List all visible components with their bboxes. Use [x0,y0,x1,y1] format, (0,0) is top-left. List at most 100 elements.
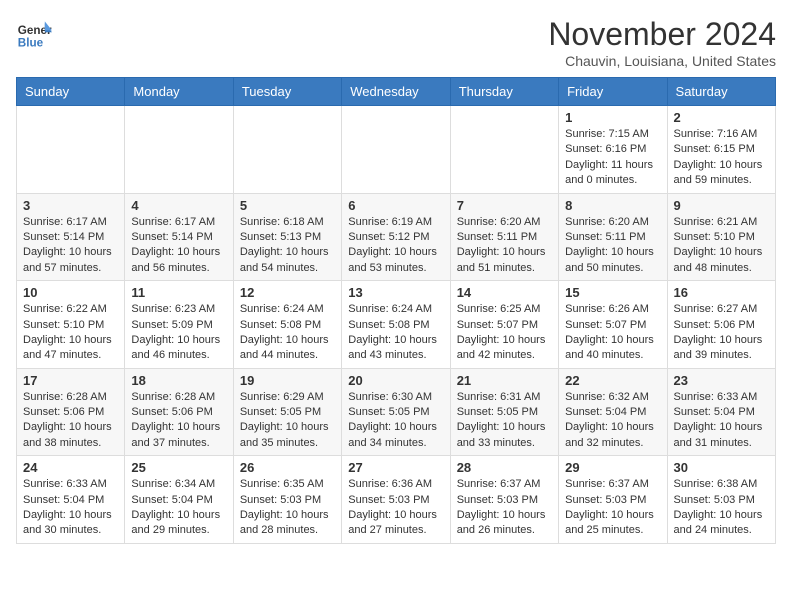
day-cell-26: 26 Sunrise: 6:35 AM Sunset: 5:03 PM Dayli… [233,456,341,544]
day-cell-18: 18Sunrise: 6:28 AM Sunset: 5:06 PM Dayli… [125,368,233,456]
day-number: 28 [457,460,552,475]
location: Chauvin, Louisiana, United States [548,53,776,69]
day-number: 18 [131,373,226,388]
day-info: Sunrise: 6:36 AM Sunset: 5:03 PM Dayligh… [348,477,443,539]
day-info: Sunrise: 6:33 AM Sunset: 5:04 PM Dayligh… [23,477,118,539]
day-number: 22 [565,373,660,388]
day-cell-9: 9Sunrise: 6:21 AM Sunset: 5:10 PM Daylig… [667,193,775,281]
day-cell-13: 13 Sunrise: 6:24 AM Sunset: 5:08 PM Dayli… [342,281,450,369]
day-cell-12: 12 Sunrise: 6:24 AM Sunset: 5:08 PM Dayli… [233,281,341,369]
day-info: Sunrise: 6:33 AM Sunset: 5:04 PM Dayligh… [674,390,769,452]
day-cell-5: 5 Sunrise: 6:18 AM Sunset: 5:13 PM Daylig… [233,193,341,281]
day-cell-19: 19 Sunrise: 6:29 AM Sunset: 5:05 PM Dayli… [233,368,341,456]
day-cell-4: 4 Sunrise: 6:17 AM Sunset: 5:14 PM Daylig… [125,193,233,281]
day-number: 11 [131,285,226,300]
day-number: 25 [131,460,226,475]
week-row-2: 3 Sunrise: 6:17 AM Sunset: 5:14 PM Daylig… [17,193,776,281]
day-cell-17: 17 Sunrise: 6:28 AM Sunset: 5:06 PM Dayli… [17,368,125,456]
day-number: 24 [23,460,118,475]
day-info: Sunrise: 6:35 AM Sunset: 5:03 PM Dayligh… [240,477,335,539]
day-info: Sunrise: 6:25 AM Sunset: 5:07 PM Dayligh… [457,302,552,364]
day-number: 30 [674,460,769,475]
day-info: Sunrise: 6:34 AM Sunset: 5:04 PM Dayligh… [131,477,226,539]
day-info: Sunrise: 6:27 AM Sunset: 5:06 PM Dayligh… [674,302,769,364]
logo-icon: General Blue [16,16,52,52]
day-cell-10: 10Sunrise: 6:22 AM Sunset: 5:10 PM Dayli… [17,281,125,369]
day-info: Sunrise: 6:29 AM Sunset: 5:05 PM Dayligh… [240,390,335,452]
weekday-header-tuesday: Tuesday [233,78,341,106]
day-cell-27: 27 Sunrise: 6:36 AM Sunset: 5:03 PM Dayli… [342,456,450,544]
day-info: Sunrise: 7:15 AM Sunset: 6:16 PM Dayligh… [565,127,660,189]
day-info: Sunrise: 6:37 AM Sunset: 5:03 PM Dayligh… [457,477,552,539]
day-number: 19 [240,373,335,388]
day-number: 7 [457,198,552,213]
day-cell-28: 28 Sunrise: 6:37 AM Sunset: 5:03 PM Dayli… [450,456,558,544]
day-info: Sunrise: 6:31 AM Sunset: 5:05 PM Dayligh… [457,390,552,452]
week-row-4: 17 Sunrise: 6:28 AM Sunset: 5:06 PM Dayli… [17,368,776,456]
day-number: 8 [565,198,660,213]
day-cell-15: 15 Sunrise: 6:26 AM Sunset: 5:07 PM Dayli… [559,281,667,369]
week-row-1: 1 Sunrise: 7:15 AM Sunset: 6:16 PM Daylig… [17,106,776,194]
day-number: 17 [23,373,118,388]
empty-cell [450,106,558,194]
day-cell-23: 23 Sunrise: 6:33 AM Sunset: 5:04 PM Dayli… [667,368,775,456]
week-row-5: 24 Sunrise: 6:33 AM Sunset: 5:04 PM Dayli… [17,456,776,544]
day-info: Sunrise: 6:17 AM Sunset: 5:14 PM Dayligh… [131,215,226,277]
title-block: November 2024 Chauvin, Louisiana, United… [548,16,776,69]
logo: General Blue [16,16,52,52]
day-cell-29: 29 Sunrise: 6:37 AM Sunset: 5:03 PM Dayli… [559,456,667,544]
day-number: 23 [674,373,769,388]
day-number: 26 [240,460,335,475]
day-cell-2: 2 Sunrise: 7:16 AM Sunset: 6:15 PM Daylig… [667,106,775,194]
day-info: Sunrise: 6:20 AM Sunset: 5:11 PM Dayligh… [565,215,660,277]
day-number: 27 [348,460,443,475]
day-number: 21 [457,373,552,388]
day-number: 12 [240,285,335,300]
day-number: 4 [131,198,226,213]
day-info: Sunrise: 6:23 AM Sunset: 5:09 PM Dayligh… [131,302,226,364]
day-number: 29 [565,460,660,475]
day-number: 16 [674,285,769,300]
day-cell-16: 16 Sunrise: 6:27 AM Sunset: 5:06 PM Dayli… [667,281,775,369]
empty-cell [342,106,450,194]
day-info: Sunrise: 6:26 AM Sunset: 5:07 PM Dayligh… [565,302,660,364]
day-number: 20 [348,373,443,388]
day-info: Sunrise: 6:24 AM Sunset: 5:08 PM Dayligh… [240,302,335,364]
day-number: 13 [348,285,443,300]
day-number: 5 [240,198,335,213]
day-number: 3 [23,198,118,213]
weekday-header-sunday: Sunday [17,78,125,106]
weekday-header-saturday: Saturday [667,78,775,106]
weekday-header-wednesday: Wednesday [342,78,450,106]
day-info: Sunrise: 6:24 AM Sunset: 5:08 PM Dayligh… [348,302,443,364]
day-info: Sunrise: 6:37 AM Sunset: 5:03 PM Dayligh… [565,477,660,539]
day-number: 15 [565,285,660,300]
day-number: 1 [565,110,660,125]
weekday-header-row: SundayMondayTuesdayWednesdayThursdayFrid… [17,78,776,106]
day-number: 2 [674,110,769,125]
day-info: Sunrise: 6:38 AM Sunset: 5:03 PM Dayligh… [674,477,769,539]
week-row-3: 10Sunrise: 6:22 AM Sunset: 5:10 PM Dayli… [17,281,776,369]
day-info: Sunrise: 6:30 AM Sunset: 5:05 PM Dayligh… [348,390,443,452]
day-number: 6 [348,198,443,213]
weekday-header-monday: Monday [125,78,233,106]
day-number: 9 [674,198,769,213]
day-number: 10 [23,285,118,300]
day-cell-11: 11 Sunrise: 6:23 AM Sunset: 5:09 PM Dayli… [125,281,233,369]
weekday-header-friday: Friday [559,78,667,106]
day-cell-7: 7Sunrise: 6:20 AM Sunset: 5:11 PM Daylig… [450,193,558,281]
day-info: Sunrise: 6:17 AM Sunset: 5:14 PM Dayligh… [23,215,118,277]
day-cell-20: 20 Sunrise: 6:30 AM Sunset: 5:05 PM Dayli… [342,368,450,456]
day-cell-30: 30 Sunrise: 6:38 AM Sunset: 5:03 PM Dayli… [667,456,775,544]
day-info: Sunrise: 6:28 AM Sunset: 5:06 PM Dayligh… [23,390,118,452]
day-number: 14 [457,285,552,300]
day-cell-21: 21 Sunrise: 6:31 AM Sunset: 5:05 PM Dayli… [450,368,558,456]
empty-cell [125,106,233,194]
day-cell-14: 14 Sunrise: 6:25 AM Sunset: 5:07 PM Dayli… [450,281,558,369]
day-info: Sunrise: 7:16 AM Sunset: 6:15 PM Dayligh… [674,127,769,189]
day-info: Sunrise: 6:18 AM Sunset: 5:13 PM Dayligh… [240,215,335,277]
day-info: Sunrise: 6:32 AM Sunset: 5:04 PM Dayligh… [565,390,660,452]
day-cell-24: 24 Sunrise: 6:33 AM Sunset: 5:04 PM Dayli… [17,456,125,544]
calendar-table: SundayMondayTuesdayWednesdayThursdayFrid… [16,77,776,544]
empty-cell [17,106,125,194]
